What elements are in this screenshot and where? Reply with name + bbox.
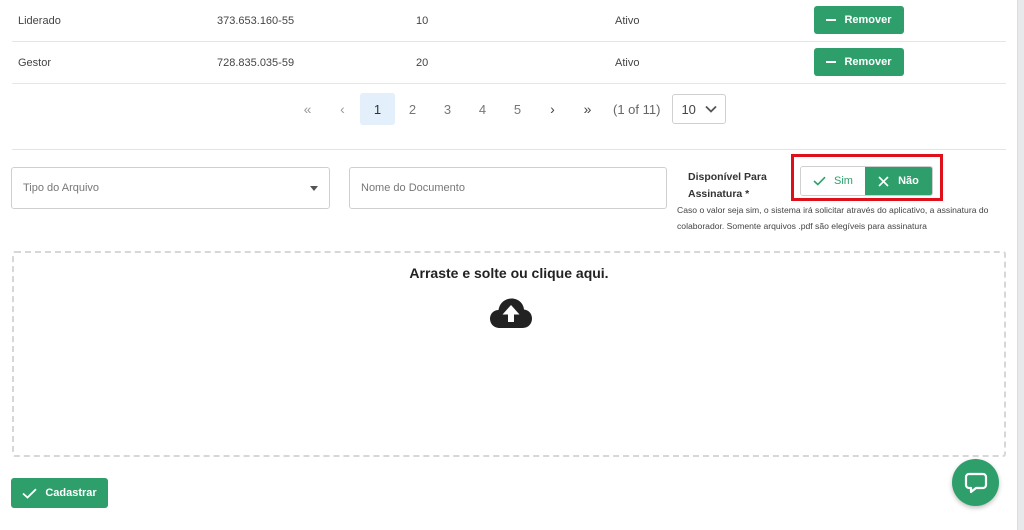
cell-number: 20 xyxy=(416,57,429,69)
cell-profile: Gestor xyxy=(18,57,52,69)
document-name-placeholder: Nome do Documento xyxy=(361,182,465,194)
caret-down-icon xyxy=(310,185,318,191)
divider xyxy=(12,149,1006,150)
toggle-nao-button[interactable]: Não xyxy=(865,167,932,195)
prev-page-button[interactable]: ‹ xyxy=(325,93,360,125)
cell-profile: Liderado xyxy=(18,15,61,27)
cell-number: 10 xyxy=(416,15,429,27)
close-icon xyxy=(878,175,889,187)
page-report: (1 of 11) xyxy=(613,101,661,117)
document-name-input[interactable]: Nome do Documento xyxy=(349,167,667,209)
check-icon xyxy=(22,488,37,499)
page-button-4[interactable]: 4 xyxy=(465,93,500,125)
rows-per-page-select[interactable]: 10 xyxy=(672,94,727,124)
remove-button[interactable]: Remover xyxy=(814,6,904,34)
file-type-dropdown[interactable]: Tipo do Arquivo xyxy=(11,167,330,209)
cell-cpf: 373.653.160-55 xyxy=(217,15,295,27)
remove-button-label: Remover xyxy=(844,56,892,68)
chevron-down-icon xyxy=(705,105,718,113)
remove-button-label: Remover xyxy=(844,14,892,26)
minus-icon xyxy=(826,19,837,21)
next-page-button[interactable]: › xyxy=(535,93,570,125)
remove-button[interactable]: Remover xyxy=(814,48,904,76)
scrollbar[interactable] xyxy=(1018,0,1024,530)
file-type-placeholder: Tipo do Arquivo xyxy=(23,182,100,194)
chat-bubble-icon xyxy=(964,472,987,493)
toggle-sim-label: Sim xyxy=(834,175,853,187)
toggle-nao-label: Não xyxy=(898,175,919,187)
cell-status: Ativo xyxy=(615,57,640,69)
register-button-label: Cadastrar xyxy=(45,487,97,499)
signature-label: Disponível Para Assinatura * xyxy=(688,171,767,200)
register-button[interactable]: Cadastrar xyxy=(11,478,108,508)
cell-cpf: 728.835.035-59 xyxy=(217,57,295,69)
page-button-5[interactable]: 5 xyxy=(500,93,535,125)
page-button-3[interactable]: 3 xyxy=(430,93,465,125)
cell-status: Ativo xyxy=(615,15,640,27)
signature-help-text: Caso o valor seja sim, o sistema irá sol… xyxy=(677,205,989,231)
toggle-sim-button[interactable]: Sim xyxy=(801,167,865,195)
page-button-2[interactable]: 2 xyxy=(395,93,430,125)
page: Liderado 373.653.160-55 10 Ativo Remover… xyxy=(0,0,1018,530)
first-page-button[interactable]: « xyxy=(290,93,325,125)
file-dropzone[interactable]: Arraste e solte ou clique aqui. xyxy=(12,251,1006,457)
chat-button[interactable] xyxy=(952,459,999,506)
dropzone-text: Arraste e solte ou clique aqui. xyxy=(409,265,609,281)
rows-per-page-value: 10 xyxy=(681,101,696,117)
paginator: « ‹ 1 2 3 4 5 › » (1 of 11) 10 xyxy=(290,93,727,125)
page-button-1[interactable]: 1 xyxy=(360,93,395,125)
last-page-button[interactable]: » xyxy=(570,93,605,125)
signature-toggle: Sim Não xyxy=(800,166,933,196)
table-row: Gestor 728.835.035-59 20 Ativo Remover xyxy=(12,42,1006,84)
cloud-upload-icon xyxy=(490,298,532,328)
check-icon xyxy=(813,176,826,186)
minus-icon xyxy=(826,61,837,63)
table-row: Liderado 373.653.160-55 10 Ativo Remover xyxy=(12,0,1006,42)
